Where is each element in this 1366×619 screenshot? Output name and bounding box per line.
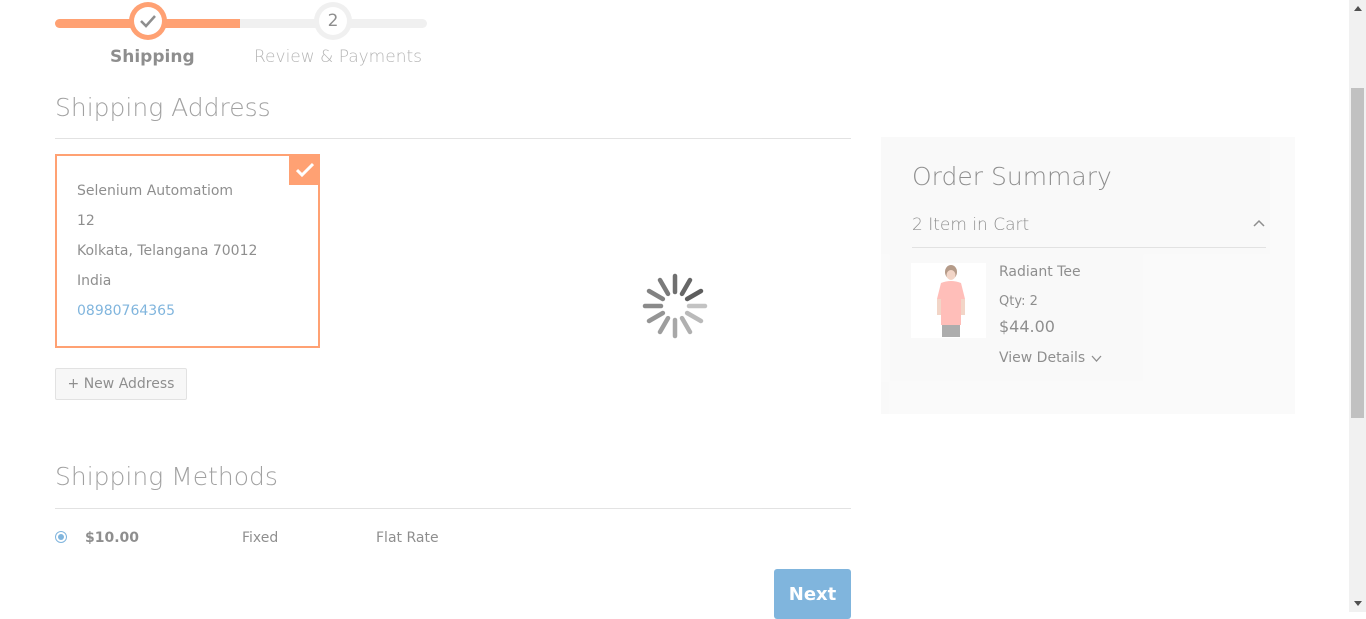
spinner-spoke — [646, 310, 666, 324]
view-details-toggle[interactable]: View Details — [999, 350, 1102, 366]
step-review-indicator: 2 — [314, 2, 352, 40]
cart-item-count[interactable]: 2 Item in Cart — [912, 215, 1029, 235]
shipping-address-title: Shipping Address — [55, 93, 271, 122]
spinner-spoke — [684, 310, 704, 324]
summary-divider — [912, 247, 1266, 248]
product-qty: Qty: 2 — [999, 294, 1038, 309]
scrollbar-thumb[interactable] — [1351, 88, 1364, 418]
product-thumbnail — [911, 263, 986, 338]
address-city-line: Kolkata, Telangana 70012 — [77, 243, 258, 259]
address-phone-link[interactable]: 08980764365 — [77, 303, 175, 319]
new-address-button[interactable]: + New Address — [55, 368, 187, 400]
method-carrier: Flat Rate — [376, 530, 439, 546]
loading-spinner-icon — [642, 273, 708, 339]
selected-address-card[interactable]: Selenium Automatiom 12 Kolkata, Telangan… — [55, 154, 320, 348]
spinner-spoke — [679, 315, 693, 335]
address-street: 12 — [77, 213, 95, 229]
spinner-spoke — [679, 277, 693, 297]
product-price: $44.00 — [999, 317, 1055, 336]
scroll-down-icon[interactable] — [1349, 595, 1366, 612]
method-name: Fixed — [242, 530, 279, 546]
spinner-spoke — [657, 277, 671, 297]
address-country: India — [77, 273, 112, 289]
flat-rate-radio[interactable] — [55, 531, 67, 543]
shipping-methods-title: Shipping Methods — [55, 462, 278, 491]
spinner-spoke — [684, 288, 704, 302]
scroll-up-icon[interactable] — [1349, 0, 1366, 17]
view-details-label: View Details — [999, 350, 1086, 366]
shipping-methods-divider — [55, 508, 851, 509]
step-shipping-label: Shipping — [110, 47, 195, 67]
chevron-down-icon — [1091, 355, 1102, 362]
t-shirt-model-image — [937, 265, 965, 337]
spinner-spoke — [657, 315, 671, 335]
order-summary-title: Order Summary — [912, 162, 1112, 191]
step-review-number: 2 — [319, 7, 347, 35]
spinner-spoke — [646, 288, 666, 302]
checkout-progress-bar: 2 Shipping Review & Payments — [55, 0, 427, 80]
checkmark-icon — [140, 15, 156, 28]
shipping-address-divider — [55, 138, 851, 139]
selected-address-badge — [289, 154, 320, 185]
step-review-label[interactable]: Review & Payments — [254, 47, 422, 67]
page-scrollbar[interactable] — [1349, 0, 1366, 612]
product-name: Radiant Tee — [999, 264, 1081, 280]
order-summary-panel: Order Summary 2 Item in Cart Radiant Tee… — [881, 137, 1295, 414]
step-shipping-indicator — [129, 2, 167, 40]
checkmark-icon — [295, 162, 314, 177]
address-name: Selenium Automatiom — [77, 183, 234, 199]
method-price: $10.00 — [85, 530, 140, 546]
chevron-up-icon[interactable] — [1253, 219, 1265, 227]
